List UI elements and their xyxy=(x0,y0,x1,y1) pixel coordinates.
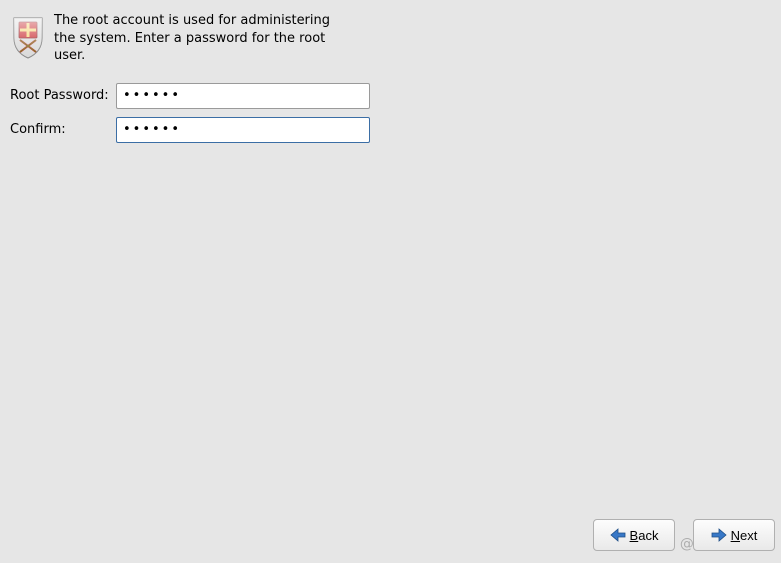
button-bar: Back Next xyxy=(593,519,775,551)
shield-root-icon xyxy=(10,14,46,60)
root-description: The root account is used for administeri… xyxy=(54,12,354,65)
back-button-label: Back xyxy=(630,528,659,543)
header-row: The root account is used for administeri… xyxy=(10,12,771,65)
confirm-row: Confirm: xyxy=(10,117,771,143)
confirm-label: Confirm: xyxy=(10,122,116,137)
next-button[interactable]: Next xyxy=(693,519,775,551)
next-button-label: Next xyxy=(731,528,758,543)
back-button[interactable]: Back xyxy=(593,519,675,551)
root-password-input[interactable] xyxy=(116,83,370,109)
root-password-label: Root Password: xyxy=(10,88,116,103)
arrow-left-icon xyxy=(610,528,626,542)
arrow-right-icon xyxy=(711,528,727,542)
root-password-row: Root Password: xyxy=(10,83,771,109)
confirm-input[interactable] xyxy=(116,117,370,143)
